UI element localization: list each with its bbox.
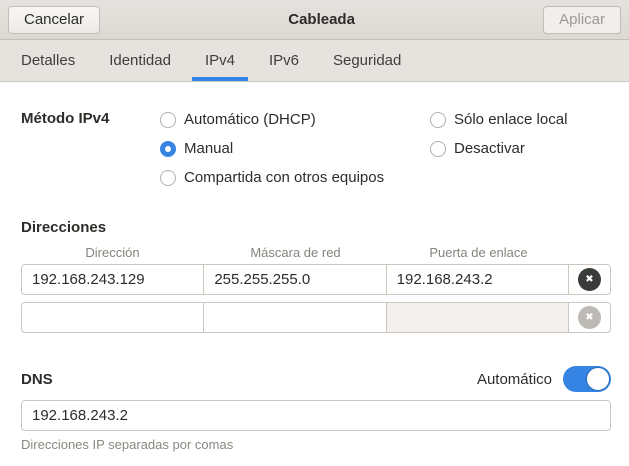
radio-checked-icon[interactable] (160, 141, 176, 157)
radio-unchecked-icon[interactable] (430, 141, 446, 157)
window-title: Cableada (288, 11, 355, 28)
method-option-disable[interactable]: Desactivar (430, 134, 611, 163)
apply-button[interactable]: Aplicar (543, 6, 621, 34)
ipv4-method-label: Método IPv4 (21, 105, 160, 192)
address-row: ✖ (21, 264, 611, 295)
tab-ipv6[interactable]: IPv6 (256, 40, 312, 81)
address-cell (22, 303, 204, 332)
remove-icon: ✖ (585, 313, 593, 323)
addresses-column-headers: Dirección Máscara de red Puerta de enlac… (21, 245, 611, 260)
method-option-dhcp[interactable]: Automático (DHCP) (160, 105, 430, 134)
dns-automatic-control: Automático (477, 366, 611, 392)
address-input[interactable] (22, 271, 203, 288)
method-option-link-local[interactable]: Sólo enlace local (430, 105, 611, 134)
ipv4-method-section: Método IPv4 Automático (DHCP) Manual Com… (21, 105, 611, 192)
column-header-spacer (570, 245, 611, 260)
ipv4-method-options: Automático (DHCP) Manual Compartida con … (160, 105, 611, 192)
gateway-input (387, 309, 568, 326)
dns-helper-text: Direcciones IP separadas por comas (21, 437, 611, 452)
remove-address-cell: ✖ (569, 265, 610, 294)
tab-ipv4[interactable]: IPv4 (192, 40, 248, 81)
addresses-title: Direcciones (21, 219, 611, 236)
gateway-cell (387, 303, 569, 332)
ipv4-panel: Método IPv4 Automático (DHCP) Manual Com… (0, 105, 629, 452)
remove-address-button[interactable]: ✖ (578, 268, 601, 291)
dns-section-header: DNS Automático (21, 366, 611, 392)
tab-seguridad[interactable]: Seguridad (320, 40, 414, 81)
netmask-input[interactable] (204, 271, 385, 288)
dns-automatic-toggle[interactable] (563, 366, 611, 392)
settings-tabbar: Detalles Identidad IPv4 IPv6 Seguridad (0, 40, 629, 82)
method-option-label: Manual (184, 140, 233, 157)
dns-title: DNS (21, 371, 53, 388)
address-input[interactable] (22, 309, 203, 326)
column-header-address: Dirección (21, 245, 204, 260)
method-option-label: Compartida con otros equipos (184, 169, 384, 186)
address-row: ✖ (21, 302, 611, 333)
cancel-button[interactable]: Cancelar (8, 6, 100, 34)
remove-address-cell: ✖ (569, 303, 610, 332)
method-option-label: Sólo enlace local (454, 111, 567, 128)
address-cell (22, 265, 204, 294)
gateway-cell (387, 265, 569, 294)
netmask-cell (204, 303, 386, 332)
netmask-input[interactable] (204, 309, 385, 326)
radio-unchecked-icon[interactable] (430, 112, 446, 128)
method-option-shared[interactable]: Compartida con otros equipos (160, 163, 430, 192)
radio-unchecked-icon[interactable] (160, 170, 176, 186)
tab-identidad[interactable]: Identidad (96, 40, 184, 81)
dialog-titlebar: Cancelar Cableada Aplicar (0, 0, 629, 40)
gateway-input[interactable] (387, 271, 568, 288)
column-header-netmask: Máscara de red (204, 245, 387, 260)
remove-address-button: ✖ (578, 306, 601, 329)
remove-icon: ✖ (585, 275, 593, 285)
dns-servers-input[interactable] (21, 400, 611, 431)
column-header-gateway: Puerta de enlace (387, 245, 570, 260)
dns-servers-field-wrap (21, 400, 611, 431)
tab-detalles[interactable]: Detalles (8, 40, 88, 81)
netmask-cell (204, 265, 386, 294)
method-option-label: Desactivar (454, 140, 525, 157)
dns-automatic-label: Automático (477, 371, 552, 388)
radio-unchecked-icon[interactable] (160, 112, 176, 128)
method-option-label: Automático (DHCP) (184, 111, 316, 128)
method-option-manual[interactable]: Manual (160, 134, 430, 163)
toggle-knob[interactable] (586, 367, 610, 391)
